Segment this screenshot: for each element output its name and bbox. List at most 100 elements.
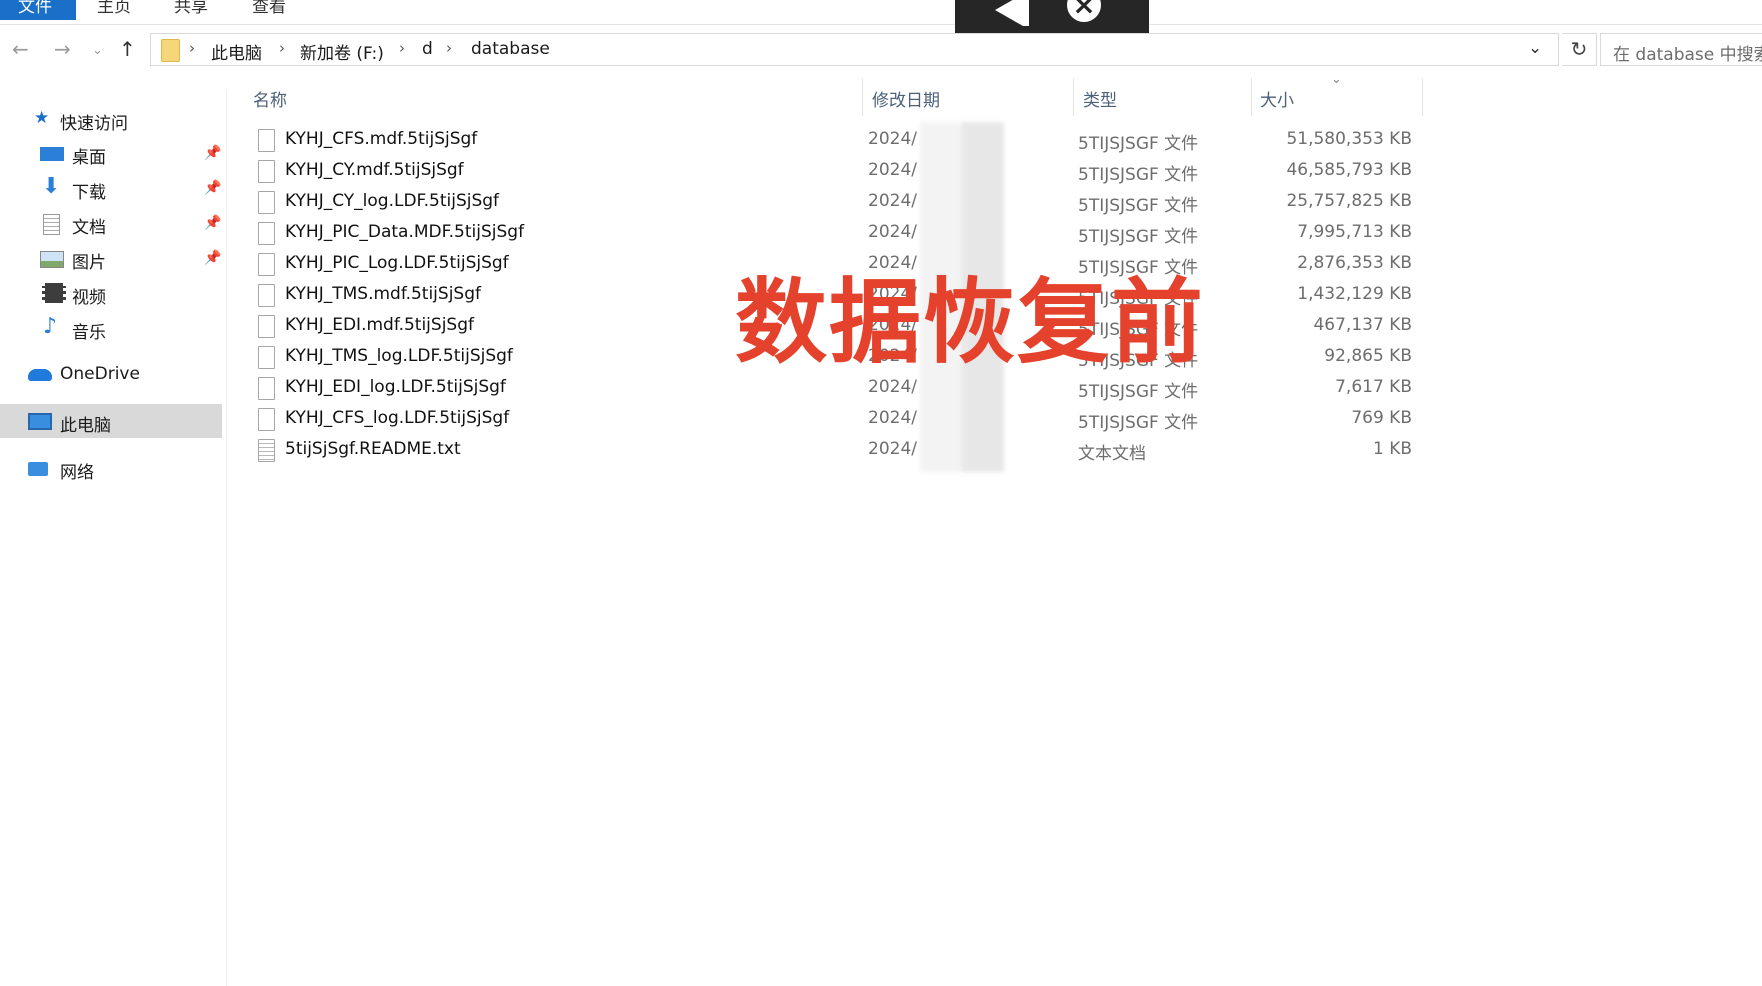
tab-file[interactable]: 文件 <box>0 0 76 20</box>
pin-icon[interactable]: 📌 <box>204 180 221 196</box>
file-date: 2024/ <box>868 160 917 180</box>
file-row[interactable]: KYHJ_CY.mdf.5tijSjSgf 2024/ 5TIJSJSGF 文件… <box>250 157 1415 187</box>
chevron-down-icon[interactable]: ⌄ <box>1528 38 1542 58</box>
sidebar-item-label: 网络 <box>60 463 94 483</box>
sidebar-item-downloads[interactable]: ⬇ 下载 📌 <box>0 171 222 205</box>
file-icon <box>258 284 275 307</box>
search-input[interactable]: 在 database 中搜索 <box>1600 33 1762 66</box>
search-placeholder: 在 database 中搜索 <box>1613 45 1762 65</box>
file-type: 5TIJSJSGF 文件 <box>1078 413 1199 433</box>
sidebar-item-documents[interactable]: 文档 📌 <box>0 206 222 240</box>
column-header-date[interactable]: 修改日期 <box>872 86 940 111</box>
download-icon: ⬇ <box>42 174 61 199</box>
file-icon <box>258 253 275 276</box>
file-date: 2024/ <box>868 129 917 149</box>
sidebar-item-desktop[interactable]: 桌面 📌 <box>0 136 222 170</box>
sidebar-item-network[interactable]: 网络 <box>0 451 222 485</box>
chevron-right-icon: › <box>399 39 405 57</box>
desktop-icon <box>40 147 64 161</box>
file-icon <box>258 377 275 400</box>
file-size: 1 KB <box>1372 439 1412 459</box>
column-divider[interactable] <box>1251 78 1252 116</box>
file-name: KYHJ_EDI.mdf.5tijSjSgf <box>285 315 474 335</box>
pin-icon[interactable]: 📌 <box>204 215 221 231</box>
file-row[interactable]: KYHJ_CFS.mdf.5tijSjSgf 2024/ 5TIJSJSGF 文… <box>250 126 1415 156</box>
file-row[interactable]: 5tijSjSgf.README.txt 2024/ 文本文档 1 KB <box>250 436 1415 466</box>
file-size: 25,757,825 KB <box>1286 191 1412 211</box>
folder-icon <box>161 39 180 62</box>
file-name: KYHJ_PIC_Data.MDF.5tijSjSgf <box>285 222 525 242</box>
sort-caret-icon: ⌄ <box>1331 72 1342 87</box>
sidebar-item-quick-access[interactable]: ★ 快速访问 <box>0 102 222 136</box>
file-date: 2024/ <box>868 408 917 428</box>
back-button[interactable]: ← <box>12 36 29 62</box>
file-size: 467,137 KB <box>1313 315 1412 335</box>
file-size: 2,876,353 KB <box>1297 253 1412 273</box>
sidebar-item-videos[interactable]: 视频 <box>0 276 222 310</box>
overlay-caption: 数据恢复前 <box>735 269 1206 376</box>
file-type: 5TIJSJSGF 文件 <box>1078 134 1199 154</box>
network-icon <box>28 462 48 476</box>
breadcrumb-drive[interactable]: 新加卷 (F:) <box>300 39 384 64</box>
up-button[interactable]: ↑ <box>119 36 136 62</box>
file-name: KYHJ_CFS.mdf.5tijSjSgf <box>285 129 478 149</box>
column-header-size[interactable]: 大小 <box>1260 86 1294 111</box>
star-icon: ★ <box>34 108 50 128</box>
column-divider[interactable] <box>1073 78 1074 116</box>
sidebar-item-label: 视频 <box>72 288 106 308</box>
file-date: 2024/ <box>868 439 917 459</box>
pin-icon[interactable]: 📌 <box>204 145 221 161</box>
refresh-button[interactable]: ↻ <box>1562 33 1597 66</box>
file-size: 7,995,713 KB <box>1297 222 1412 242</box>
file-date: 2024/ <box>868 222 917 242</box>
file-icon <box>258 315 275 338</box>
file-name: KYHJ_CY.mdf.5tijSjSgf <box>285 160 464 180</box>
sidebar-item-label: 音乐 <box>72 323 106 343</box>
column-header-name[interactable]: 名称 <box>253 86 287 111</box>
address-bar[interactable]: › 此电脑 › 新加卷 (F:) › d › database ⌄ <box>150 33 1559 66</box>
file-type: 文本文档 <box>1078 444 1146 464</box>
column-header-type[interactable]: 类型 <box>1083 86 1117 111</box>
text-file-icon <box>258 439 275 462</box>
tab-share[interactable]: 共享 <box>174 0 208 20</box>
recent-dropdown[interactable]: ⌄ <box>92 38 103 64</box>
ribbon-tabs: 文件 主页 共享 查看 <box>0 0 1762 25</box>
file-name: 5tijSjSgf.README.txt <box>285 439 461 459</box>
file-icon <box>258 346 275 369</box>
file-row[interactable]: KYHJ_PIC_Data.MDF.5tijSjSgf 2024/ 5TIJSJ… <box>250 219 1415 249</box>
sidebar-item-pictures[interactable]: 图片 📌 <box>0 241 222 275</box>
file-size: 46,585,793 KB <box>1286 160 1412 180</box>
file-name: KYHJ_CFS_log.LDF.5tijSjSgf <box>285 408 510 428</box>
file-icon <box>258 408 275 431</box>
file-name: KYHJ_PIC_Log.LDF.5tijSjSgf <box>285 253 509 273</box>
sidebar-item-label: 快速访问 <box>60 114 128 134</box>
sidebar-item-label: 下载 <box>72 183 106 203</box>
column-divider[interactable] <box>862 78 863 116</box>
sidebar-item-this-pc[interactable]: 此电脑 <box>0 404 222 438</box>
sidebar-item-label: OneDrive <box>60 364 140 384</box>
file-row[interactable]: KYHJ_CFS_log.LDF.5tijSjSgf 2024/ 5TIJSJS… <box>250 405 1415 435</box>
tab-home[interactable]: 主页 <box>97 0 131 20</box>
forward-button[interactable]: → <box>54 36 71 62</box>
file-size: 1,432,129 KB <box>1297 284 1412 304</box>
column-divider[interactable] <box>1422 78 1423 116</box>
sidebar-item-music[interactable]: ♪ 音乐 <box>0 311 222 345</box>
close-icon[interactable]: × <box>1067 0 1101 22</box>
file-date: 2024/ <box>868 191 917 211</box>
pin-icon[interactable]: 📌 <box>204 250 221 266</box>
sidebar-item-label: 图片 <box>72 253 106 273</box>
file-type: 5TIJSJSGF 文件 <box>1078 165 1199 185</box>
breadcrumb-d[interactable]: d <box>422 39 433 59</box>
file-icon <box>258 160 275 183</box>
file-name: KYHJ_TMS_log.LDF.5tijSjSgf <box>285 346 513 366</box>
tab-view[interactable]: 查看 <box>252 0 286 20</box>
breadcrumb-this-pc[interactable]: 此电脑 <box>211 39 262 64</box>
breadcrumb-database[interactable]: database <box>471 39 550 59</box>
file-name: KYHJ_TMS.mdf.5tijSjSgf <box>285 284 481 304</box>
file-row[interactable]: KYHJ_CY_log.LDF.5tijSjSgf 2024/ 5TIJSJSG… <box>250 188 1415 218</box>
file-icon <box>258 191 275 214</box>
sidebar-item-onedrive[interactable]: OneDrive <box>0 357 222 391</box>
file-icon <box>258 129 275 152</box>
previous-icon[interactable] <box>995 0 1029 26</box>
file-size: 7,617 KB <box>1335 377 1412 397</box>
